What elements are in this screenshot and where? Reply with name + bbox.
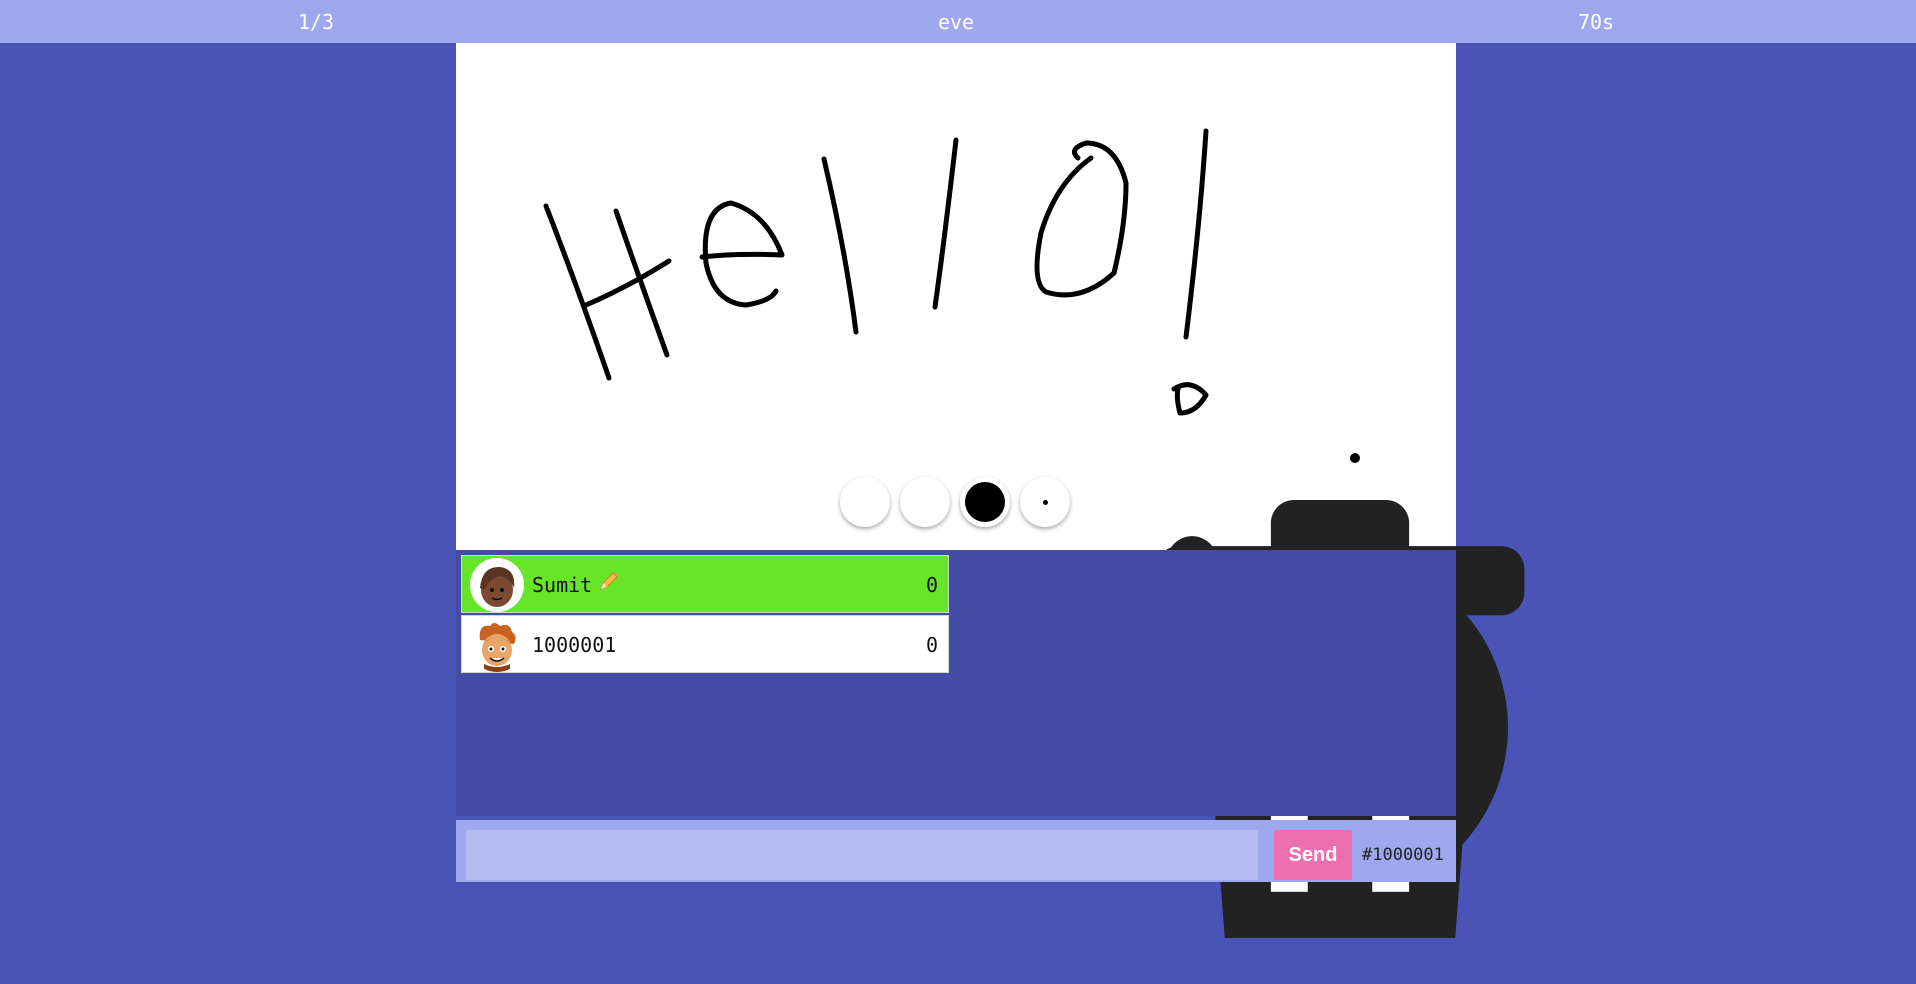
- player-name: 1000001: [532, 633, 617, 657]
- top-bar: 1/3 eve 70s: [0, 0, 1916, 43]
- clear-button[interactable]: [900, 477, 1525, 938]
- avatar: [470, 618, 524, 672]
- send-button[interactable]: Send: [1274, 830, 1352, 880]
- drawing-strokes: [543, 128, 1360, 463]
- room-id: #1000001: [1362, 845, 1444, 865]
- player-score: 0: [925, 633, 938, 657]
- round-counter: 1/3: [297, 10, 335, 34]
- chat-input[interactable]: [466, 830, 1258, 880]
- chat-bar: Send #1000001: [456, 820, 1456, 882]
- avatar: [470, 558, 524, 612]
- timer: 70s: [1577, 10, 1615, 34]
- drawing-canvas[interactable]: [456, 43, 1525, 938]
- player-row: 1000001 0: [461, 615, 949, 673]
- brown-hair-avatar-icon: [470, 558, 524, 612]
- toolbar: [840, 477, 1525, 938]
- pencil-icon: [598, 570, 620, 596]
- player-score: 0: [925, 573, 938, 597]
- player-name: Sumit: [532, 573, 593, 597]
- player-list: Sumit 0 1000001 0: [456, 550, 1456, 816]
- orange-hair-avatar-icon: [479, 623, 516, 672]
- word-hint: eve: [937, 10, 975, 34]
- player-row: Sumit 0: [461, 555, 949, 613]
